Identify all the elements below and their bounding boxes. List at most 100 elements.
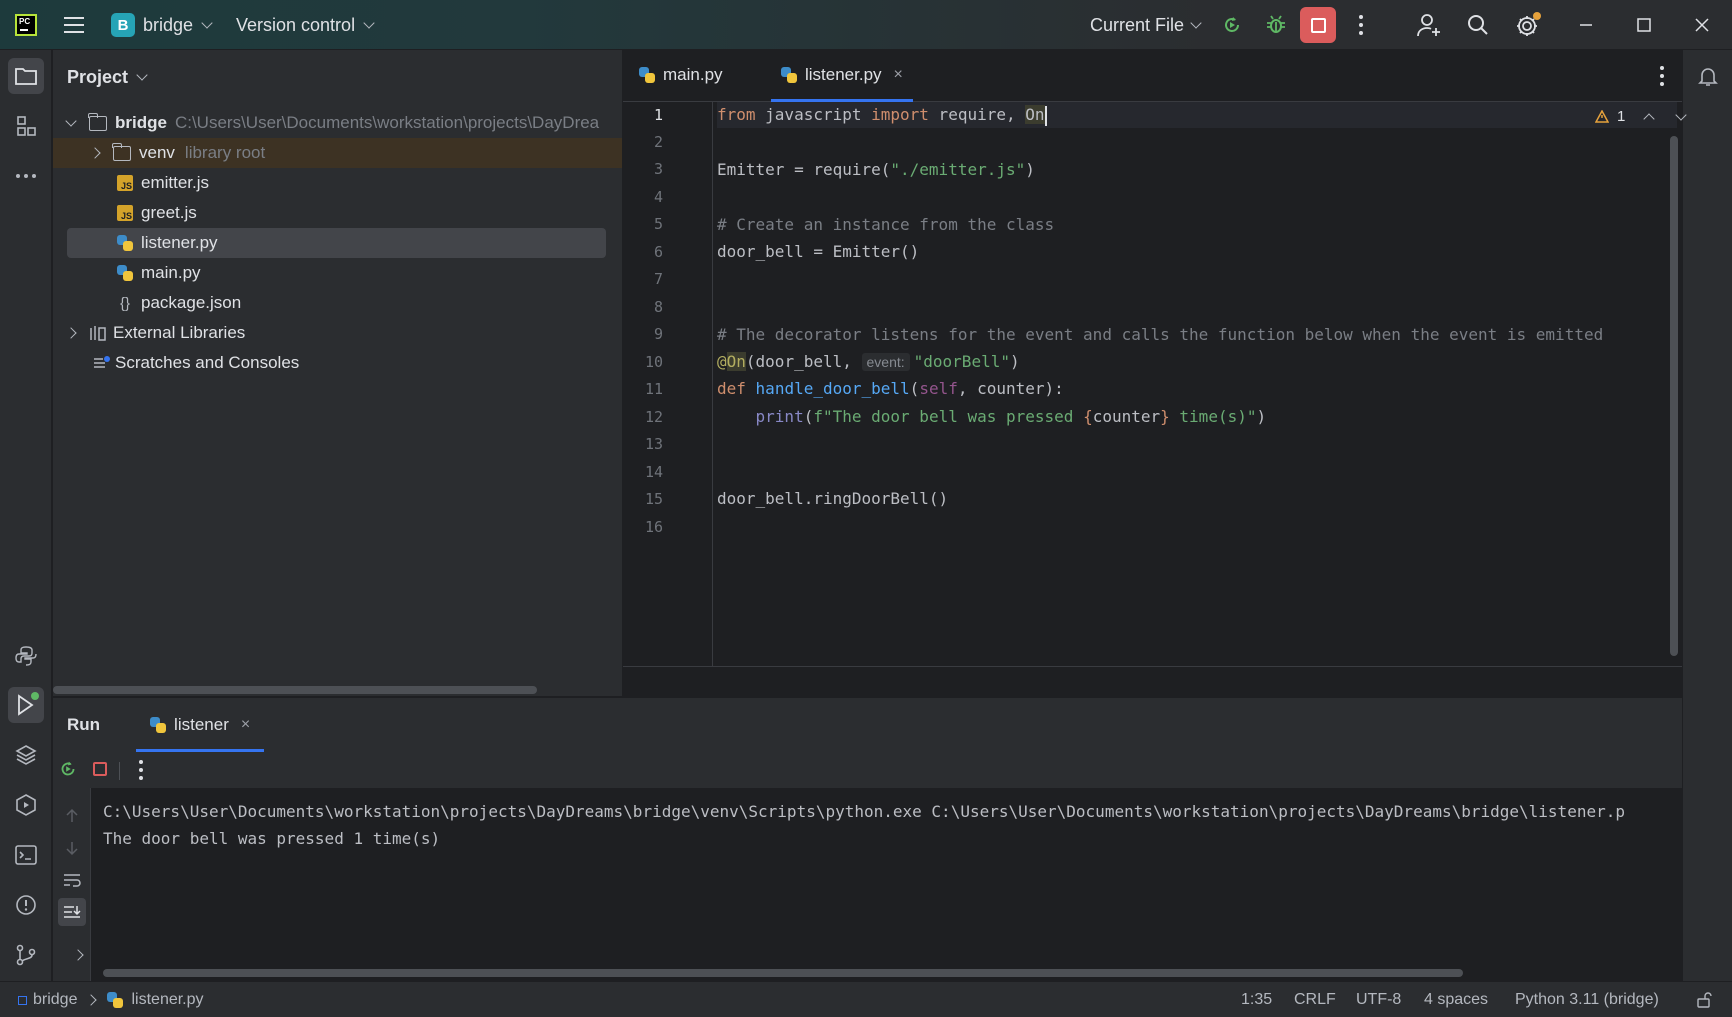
python-console-button[interactable] <box>8 638 44 674</box>
editor-tabs: main.py listener.py × <box>623 50 1682 102</box>
structure-tool-button[interactable] <box>8 108 44 144</box>
run-tab-listener[interactable]: listener × <box>136 698 265 752</box>
run-tab-close-icon[interactable]: × <box>241 716 250 734</box>
status-bar: bridge listener.py 1:35 CRLF UTF-8 4 spa… <box>0 981 1732 1017</box>
more-tools-button[interactable] <box>8 158 44 194</box>
line-number: 2 <box>653 133 663 151</box>
stop-icon[interactable] <box>93 762 107 776</box>
layers-tool-button[interactable] <box>8 737 44 773</box>
problems-tool-button[interactable] <box>8 887 44 923</box>
run-more-button[interactable] <box>139 760 143 780</box>
code-line-1: from javascript import require, On <box>717 105 1047 126</box>
tree-item-scratches[interactable]: Scratches and Consoles <box>93 348 299 378</box>
project-panel-header[interactable]: Project <box>53 50 622 104</box>
stop-icon <box>1300 7 1336 43</box>
tab-close-icon[interactable]: × <box>894 66 903 84</box>
git-icon <box>16 944 36 966</box>
line-number: 15 <box>644 490 663 508</box>
project-widget[interactable]: B bridge <box>111 0 213 50</box>
tree-item-greet-js[interactable]: JS greet.js <box>117 198 197 228</box>
maximize-icon <box>1637 18 1651 32</box>
run-tool-button[interactable] <box>8 687 44 723</box>
tree-item-package-json[interactable]: {} package.json <box>117 288 241 318</box>
settings-button[interactable] <box>1514 0 1542 50</box>
tree-item-venv[interactable]: venv library root <box>53 138 622 168</box>
code-area[interactable]: from javascript import require, On Emitt… <box>717 102 1677 666</box>
scroll-to-end-button[interactable] <box>58 898 86 926</box>
code-line-9: # The decorator listens for the event an… <box>717 325 1604 344</box>
editor-area: main.py listener.py × 1 2 3 4 5 6 7 8 9 … <box>623 50 1688 696</box>
add-user-icon <box>1417 14 1440 37</box>
file-name: package.json <box>141 293 242 312</box>
minimize-button[interactable] <box>1578 0 1594 50</box>
vcs-widget[interactable]: Version control <box>236 0 375 50</box>
line-number: 13 <box>644 435 663 453</box>
cursor-position[interactable]: 1:35 <box>1241 982 1272 1017</box>
app-logo-icon[interactable]: PC <box>15 0 37 50</box>
file-lock-button[interactable] <box>1696 982 1712 1017</box>
search-button[interactable] <box>1466 0 1490 50</box>
tree-item-external-libraries[interactable]: External Libraries <box>65 318 245 348</box>
soft-wrap-icon[interactable] <box>62 872 82 888</box>
folder-icon <box>15 68 37 85</box>
more-icon <box>1359 15 1363 35</box>
rerun-button[interactable] <box>57 758 79 785</box>
tree-item-main-py[interactable]: main.py <box>117 258 201 288</box>
rerun-button[interactable] <box>1220 0 1244 50</box>
tab-listener-py[interactable]: listener.py × <box>765 49 919 102</box>
console-output[interactable]: C:\Users\User\Documents\workstation\proj… <box>91 788 1682 982</box>
stop-button[interactable] <box>1300 0 1336 50</box>
more-actions-button[interactable] <box>1359 0 1363 50</box>
tree-item-root[interactable]: bridge C:\Users\User\Documents\workstati… <box>65 108 622 138</box>
file-encoding[interactable]: UTF-8 <box>1356 982 1401 1017</box>
run-tab-label: listener <box>174 715 229 734</box>
console-horizontal-scrollbar[interactable] <box>103 969 1463 977</box>
python-file-icon <box>781 67 797 83</box>
run-tabs: Run listener × <box>53 698 1682 752</box>
chevron-up-icon[interactable] <box>1643 112 1656 125</box>
inspection-widget[interactable]: 1 <box>1595 108 1688 125</box>
breadcrumb: bridge listener.py <box>18 982 204 1017</box>
project-tool-button[interactable] <box>8 58 44 94</box>
root-name: bridge <box>115 113 167 132</box>
arrow-up-icon[interactable] <box>64 808 80 824</box>
settings-icon <box>1517 12 1541 36</box>
tree-item-emitter-js[interactable]: JS emitter.js <box>117 168 209 198</box>
chevron-down-icon[interactable] <box>1675 108 1688 121</box>
git-tool-button[interactable] <box>8 937 44 973</box>
line-separator[interactable]: CRLF <box>1294 982 1336 1017</box>
tree-item-listener-py[interactable]: listener.py <box>67 228 606 258</box>
interpreter-selector[interactable]: Python 3.11 (bridge) <box>1515 982 1659 1017</box>
code-with-me-button[interactable] <box>1416 0 1442 50</box>
close-window-button[interactable] <box>1694 0 1710 50</box>
arrow-down-icon[interactable] <box>64 840 80 856</box>
warning-count: 1 <box>1617 108 1626 125</box>
editor-vertical-scrollbar[interactable] <box>1670 136 1678 656</box>
run-config-selector[interactable]: Current File <box>1090 0 1202 50</box>
services-tool-button[interactable] <box>8 787 44 823</box>
maximize-button[interactable] <box>1636 0 1652 50</box>
chevron-right-icon[interactable] <box>72 949 84 961</box>
rerun-icon <box>61 761 75 776</box>
line-number: 12 <box>644 408 663 426</box>
indent-setting[interactable]: 4 spaces <box>1424 982 1488 1017</box>
tab-main-py[interactable]: main.py <box>623 49 761 101</box>
console-line: The door bell was pressed 1 time(s) <box>103 829 441 848</box>
terminal-tool-button[interactable] <box>8 837 44 873</box>
debug-button[interactable] <box>1264 0 1288 50</box>
chevron-down-icon <box>363 16 375 29</box>
notifications-icon <box>1698 68 1718 86</box>
notifications-button[interactable] <box>1690 58 1726 94</box>
breadcrumb-project[interactable]: bridge <box>33 991 77 1009</box>
line-number: 8 <box>653 298 663 316</box>
line-number: 16 <box>644 518 663 536</box>
python-file-icon <box>117 265 133 281</box>
project-horizontal-scrollbar[interactable] <box>53 686 537 694</box>
breadcrumb-file[interactable]: listener.py <box>131 991 203 1009</box>
main-menu-button[interactable] <box>64 0 84 50</box>
vcs-label: Version control <box>236 14 356 35</box>
root-path: C:\Users\User\Documents\workstation\proj… <box>174 113 600 132</box>
editor-tabs-more-button[interactable] <box>1660 66 1664 86</box>
chevron-down-icon <box>136 68 148 81</box>
run-panel: Run listener × C:\Users\User\Documents\w… <box>53 697 1682 982</box>
